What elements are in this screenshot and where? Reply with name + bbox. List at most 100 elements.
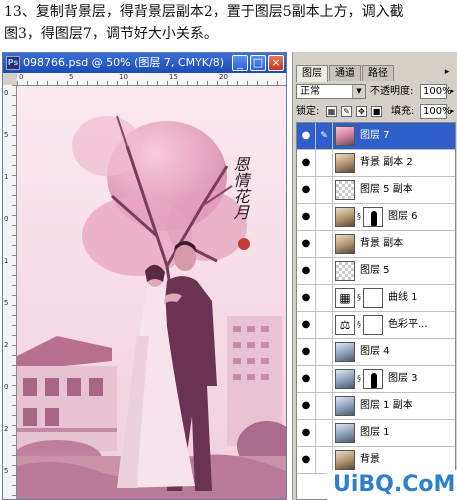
layer-row[interactable]: ● ✎ 图层 7 <box>297 123 455 150</box>
layer-thumbnail[interactable] <box>335 126 355 146</box>
opacity-slider-button[interactable]: ▸ <box>447 84 457 99</box>
visibility-eye-icon[interactable]: ● <box>297 204 316 230</box>
visibility-eye-icon[interactable]: ● <box>297 447 316 473</box>
instruction-line-2: 图3，得图层7，调节好大小关系。 <box>4 26 218 42</box>
minimize-button[interactable]: _ <box>232 55 248 71</box>
layer-link-slot[interactable] <box>316 258 333 284</box>
layer-name: 色彩平... <box>388 319 428 330</box>
layer-thumbnail[interactable] <box>335 369 355 389</box>
blend-opacity-row: 正常 ▼ 不透明度: 100% ▸ <box>296 83 456 101</box>
tab-paths[interactable]: 路径 <box>362 65 394 81</box>
ruler-tick-label: 15 <box>169 73 178 81</box>
watermark-text: UiBQ.CoM <box>333 472 456 497</box>
ruler-tick-label: 5 <box>69 73 74 81</box>
layer-thumbnail[interactable] <box>335 396 355 416</box>
minimize-icon: _ <box>237 56 243 69</box>
lock-fill-row: 锁定: ▦ ✎ ✥ ■ 填充: 100% ▸ <box>296 103 456 121</box>
layer-link-slot[interactable] <box>316 420 333 446</box>
lock-transparent-button[interactable]: ▦ <box>326 106 337 117</box>
adjustment-layer-icon[interactable]: ▦ <box>335 288 355 308</box>
layer-thumbnail[interactable] <box>335 180 355 200</box>
ruler-tick-label: 0 <box>4 215 9 223</box>
ruler-tick-label: 5 <box>4 467 9 475</box>
lock-options: ▦ ✎ ✥ ■ <box>326 106 382 117</box>
tab-channels[interactable]: 通道 <box>329 65 361 81</box>
lock-label: 锁定: <box>296 106 320 117</box>
instruction-line-1: 13、复制背景层，得背景层副本2，置于图层5副本上方，调入截 <box>4 4 404 20</box>
ruler-tick-label: 1 <box>4 173 9 181</box>
layer-link-slot[interactable] <box>316 312 333 338</box>
close-button[interactable]: × <box>268 55 284 71</box>
move-icon: ✥ <box>358 107 365 116</box>
blend-mode-select[interactable]: 正常 ▼ <box>296 84 366 99</box>
maximize-button[interactable]: □ <box>250 55 266 71</box>
visibility-eye-icon[interactable]: ● <box>297 123 316 149</box>
checker-icon: ▦ <box>327 107 336 116</box>
watermark: UiBQ.CoM <box>327 470 457 500</box>
ruler-vertical[interactable]: 0510152025 <box>3 85 17 499</box>
visibility-eye-icon[interactable]: ● <box>297 150 316 176</box>
fill-input[interactable]: 100% <box>420 104 452 119</box>
layer-link-slot[interactable] <box>316 339 333 365</box>
panel-menu-button[interactable]: ▸ <box>440 66 454 78</box>
layer-thumbnail[interactable] <box>335 207 355 227</box>
layer-mask-thumbnail[interactable] <box>363 288 383 308</box>
visibility-eye-icon[interactable]: ● <box>297 366 316 392</box>
layer-mask-thumbnail[interactable] <box>363 369 383 389</box>
close-icon: × <box>271 56 281 69</box>
lock-pixels-button[interactable]: ✎ <box>341 106 352 117</box>
layer-link-slot[interactable] <box>316 285 333 311</box>
layer-row[interactable]: ● 图层 4 <box>297 339 455 366</box>
layer-row[interactable]: ● ▦ § 曲线 1 <box>297 285 455 312</box>
layer-link-slot[interactable] <box>316 150 333 176</box>
layer-thumbnail[interactable] <box>335 153 355 173</box>
lock-all-button[interactable]: ■ <box>371 106 382 117</box>
layer-mask-thumbnail[interactable] <box>363 207 383 227</box>
layer-row[interactable]: ● 背景 副本 <box>297 231 455 258</box>
fill-slider-button[interactable]: ▸ <box>447 104 457 119</box>
calligraphy-decoration: 恩情花月 <box>231 156 250 250</box>
chevron-right-icon: ▸ <box>450 87 455 95</box>
image-canvas[interactable]: 恩情花月 <box>17 86 286 499</box>
calligraphy-text: 恩情花月 <box>231 156 250 220</box>
visibility-eye-icon[interactable]: ● <box>297 312 316 338</box>
visibility-eye-icon[interactable]: ● <box>297 339 316 365</box>
layer-thumbnail[interactable] <box>335 450 355 470</box>
opacity-input[interactable]: 100% <box>420 84 452 99</box>
layer-row[interactable]: ● 背景 副本 2 <box>297 150 455 177</box>
visibility-eye-icon[interactable]: ● <box>297 177 316 203</box>
layers-panel: 图层 通道 路径 ▸ 正常 ▼ 不透明度: 100% ▸ 锁定: ▦ ✎ ✥ ■… <box>292 52 457 500</box>
photoshop-icon: Ps <box>6 56 20 70</box>
layer-row[interactable]: ● ⚖ § 色彩平... <box>297 312 455 339</box>
visibility-eye-icon[interactable]: ● <box>297 420 316 446</box>
visibility-eye-icon[interactable]: ● <box>297 231 316 257</box>
layer-row[interactable]: ● § 图层 3 <box>297 366 455 393</box>
layer-link-slot[interactable] <box>316 177 333 203</box>
visibility-eye-icon[interactable]: ● <box>297 393 316 419</box>
ruler-tick-label: 0 <box>4 89 9 97</box>
lock-icon: ■ <box>372 107 381 116</box>
layer-row[interactable]: ● 图层 5 <box>297 258 455 285</box>
layer-thumbnail[interactable] <box>335 261 355 281</box>
layer-row[interactable]: ● 图层 5 副本 <box>297 177 455 204</box>
adjustment-layer-icon[interactable]: ⚖ <box>335 315 355 335</box>
layer-mask-thumbnail[interactable] <box>363 315 383 335</box>
visibility-eye-icon[interactable]: ● <box>297 285 316 311</box>
fill-label: 填充: <box>391 106 415 117</box>
layer-link-slot[interactable] <box>316 204 333 230</box>
ruler-horizontal[interactable]: 0 5 10 15 20 <box>17 73 286 86</box>
lock-position-button[interactable]: ✥ <box>356 106 367 117</box>
layer-thumbnail[interactable] <box>335 423 355 443</box>
layer-link-slot[interactable] <box>316 366 333 392</box>
visibility-eye-icon[interactable]: ● <box>297 258 316 284</box>
layer-link-slot[interactable] <box>316 393 333 419</box>
layer-row[interactable]: ● 图层 1 <box>297 420 455 447</box>
layer-thumbnail[interactable] <box>335 234 355 254</box>
document-title-bar[interactable]: Ps 098766.psd @ 50% (图层 7, CMYK/8) _ □ × <box>3 53 286 73</box>
layer-link-slot[interactable] <box>316 231 333 257</box>
tab-layers[interactable]: 图层 <box>296 65 328 82</box>
layer-row[interactable]: ● § 图层 6 <box>297 204 455 231</box>
layer-thumbnail[interactable] <box>335 342 355 362</box>
layer-row[interactable]: ● 图层 1 副本 <box>297 393 455 420</box>
brush-icon[interactable]: ✎ <box>316 123 333 149</box>
